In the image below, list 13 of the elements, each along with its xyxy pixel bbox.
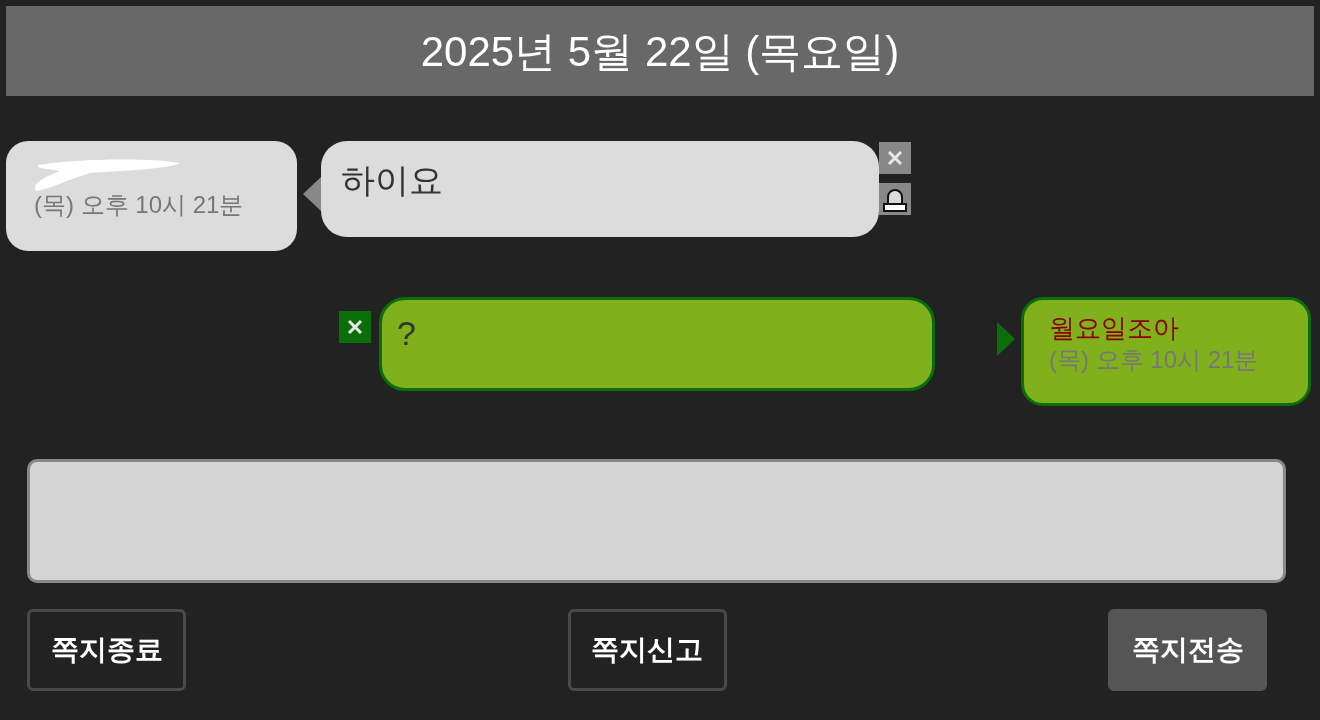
message-time: (목) 오후 10시 21분	[34, 190, 245, 220]
message-time: (목) 오후 10시 21분	[1049, 345, 1260, 375]
date-title: 2025년 5월 22일 (목요일)	[420, 26, 900, 77]
action-button[interactable]: 쪽지신고	[567, 609, 727, 691]
sender-name: 월요일조아	[1049, 312, 1180, 344]
lock-icon[interactable]	[879, 183, 911, 215]
message-text: ?	[397, 314, 416, 352]
message-text: 하이요	[341, 161, 443, 199]
action-button[interactable]: 쪽지종료	[27, 609, 186, 691]
close-icon[interactable]	[339, 311, 371, 343]
action-button[interactable]: 쪽지전송	[1108, 609, 1267, 691]
close-icon[interactable]	[879, 142, 911, 174]
message-input[interactable]	[27, 459, 1286, 583]
